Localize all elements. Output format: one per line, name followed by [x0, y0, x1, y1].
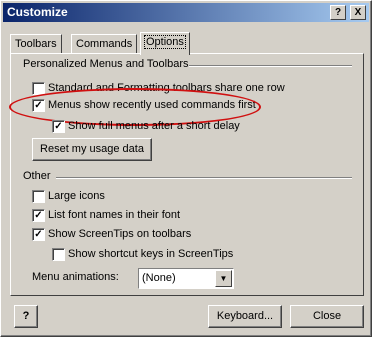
close-button[interactable]: Close	[290, 305, 364, 328]
shortcut-keys-label: Show shortcut keys in ScreenTips	[68, 248, 234, 260]
large-icons-checkbox[interactable]	[32, 190, 45, 203]
help-title-button[interactable]: ?	[330, 5, 346, 20]
customize-dialog: Customize ? X Toolbars Commands Options …	[0, 0, 372, 337]
full-menus-delay-label: Show full menus after a short delay	[68, 120, 240, 132]
menu-animations-label: Menu animations:	[32, 271, 119, 283]
keyboard-button[interactable]: Keyboard...	[208, 305, 282, 328]
help-button[interactable]: ?	[14, 305, 38, 328]
chevron-down-icon[interactable]: ▼	[215, 270, 232, 287]
title-bar[interactable]: Customize ? X	[3, 3, 369, 22]
personalized-heading: Personalized Menus and Toolbars	[23, 58, 189, 70]
other-heading: Other	[23, 170, 51, 182]
tab-options[interactable]: Options	[140, 32, 190, 55]
menu-animations-select[interactable]: (None) ▼	[138, 268, 234, 289]
menu-animations-value: (None)	[142, 272, 176, 284]
reset-usage-button[interactable]: Reset my usage data	[32, 138, 152, 161]
tab-commands[interactable]: Commands	[71, 34, 138, 54]
full-menus-delay-checkbox[interactable]: ✓	[52, 120, 65, 133]
tab-label: Commands	[76, 38, 133, 50]
tab-label: Toolbars	[15, 38, 57, 50]
large-icons-label: Large icons	[48, 190, 105, 202]
screentips-label: Show ScreenTips on toolbars	[48, 228, 192, 240]
shortcut-keys-checkbox[interactable]	[52, 248, 65, 261]
font-names-checkbox[interactable]: ✓	[32, 209, 45, 222]
personalized-divider	[189, 65, 352, 67]
screentips-checkbox[interactable]: ✓	[32, 228, 45, 241]
other-divider	[56, 177, 352, 179]
tab-label: Options	[144, 35, 186, 49]
window-title: Customize	[7, 5, 68, 19]
close-title-button[interactable]: X	[350, 5, 366, 20]
font-names-label: List font names in their font	[48, 209, 181, 221]
tab-toolbars[interactable]: Toolbars	[10, 34, 62, 54]
